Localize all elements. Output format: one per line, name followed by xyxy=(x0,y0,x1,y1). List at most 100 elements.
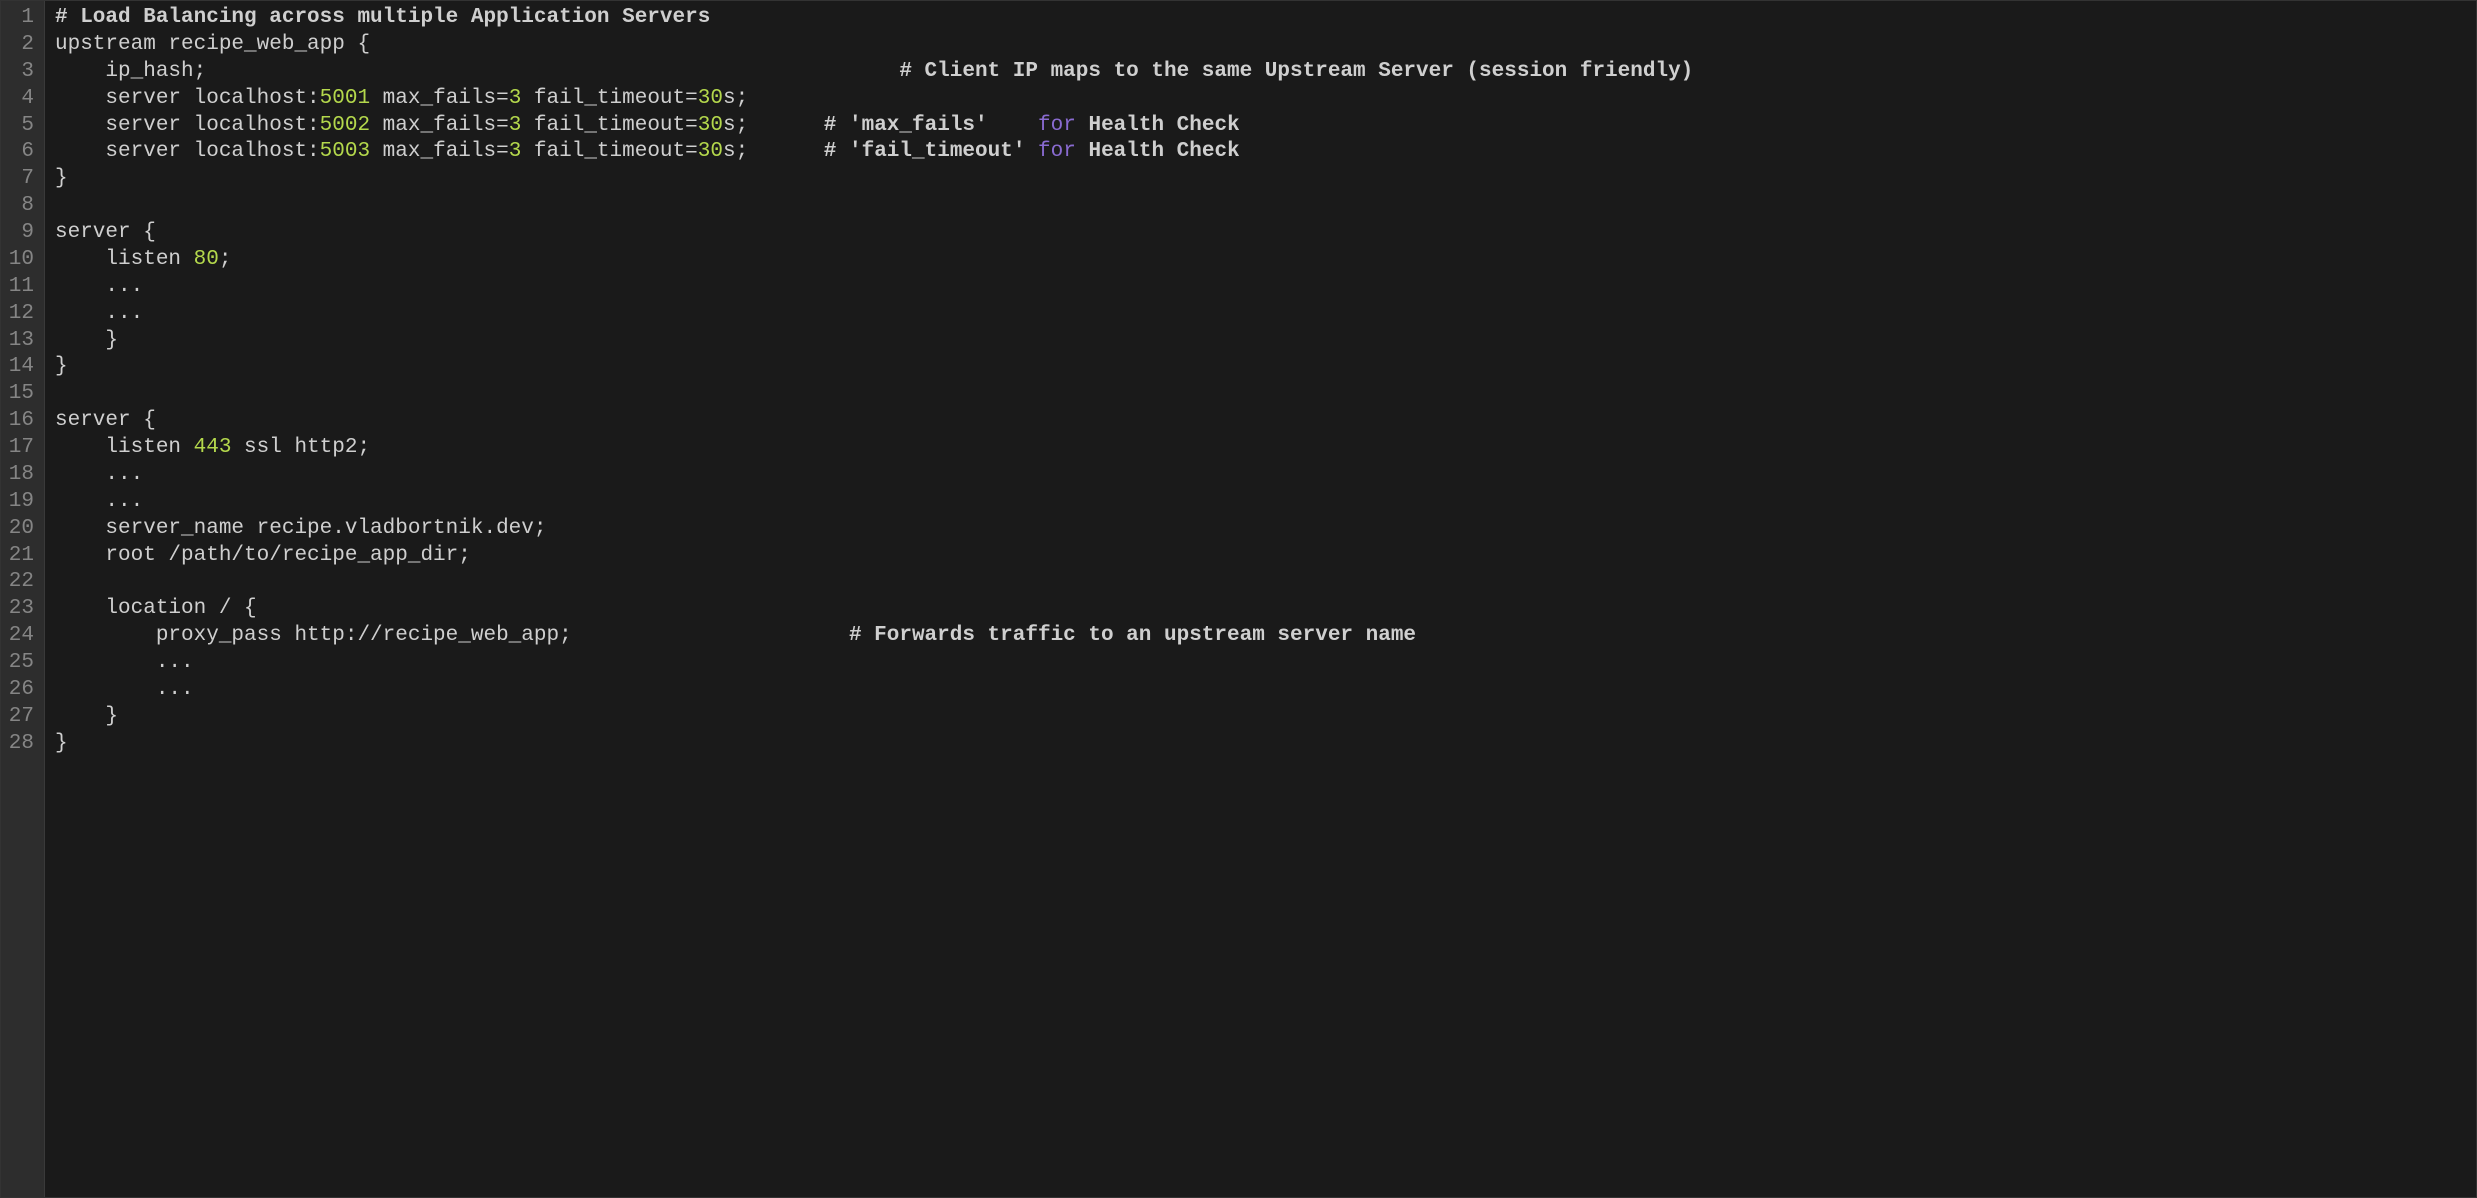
line-number: 10 xyxy=(7,247,34,274)
line-number: 8 xyxy=(7,193,34,220)
code-token: # 'max_fails' xyxy=(824,114,1038,137)
code-token: 30 xyxy=(698,140,723,163)
code-token: } xyxy=(55,732,68,755)
code-token: ip_hash; xyxy=(55,60,899,83)
code-token: max_fails= xyxy=(370,114,509,137)
code-token: ... xyxy=(55,490,143,513)
line-number: 27 xyxy=(7,704,34,731)
line-number: 28 xyxy=(7,731,34,758)
code-token: server { xyxy=(55,221,156,244)
code-token: for xyxy=(1038,114,1076,137)
code-token: # Client IP maps to the same Upstream Se… xyxy=(899,60,1693,83)
code-token: ssl http2; xyxy=(231,436,370,459)
code-token: 30 xyxy=(698,87,723,110)
code-token: upstream recipe_web_app { xyxy=(55,33,370,56)
line-number: 24 xyxy=(7,623,34,650)
code-token: ... xyxy=(55,651,194,674)
code-token: root /path/to/recipe_app_dir; xyxy=(55,544,471,567)
code-line: } xyxy=(55,166,2476,193)
code-line: ... xyxy=(55,650,2476,677)
line-number: 15 xyxy=(7,381,34,408)
line-number: 25 xyxy=(7,650,34,677)
line-number: 3 xyxy=(7,59,34,86)
code-token: } xyxy=(55,355,68,378)
code-token: server localhost: xyxy=(55,140,320,163)
code-line xyxy=(55,569,2476,596)
code-line: listen 443 ssl http2; xyxy=(55,435,2476,462)
code-line: location / { xyxy=(55,596,2476,623)
line-number: 23 xyxy=(7,596,34,623)
line-number: 21 xyxy=(7,543,34,570)
line-number: 26 xyxy=(7,677,34,704)
code-token: s; xyxy=(723,87,748,110)
code-line: } xyxy=(55,328,2476,355)
code-line: root /path/to/recipe_app_dir; xyxy=(55,543,2476,570)
code-token: ... xyxy=(55,302,143,325)
line-number: 14 xyxy=(7,354,34,381)
line-number: 20 xyxy=(7,516,34,543)
code-line: server_name recipe.vladbortnik.dev; xyxy=(55,516,2476,543)
code-token: server localhost: xyxy=(55,87,320,110)
code-token: 443 xyxy=(194,436,232,459)
code-line: ... xyxy=(55,462,2476,489)
code-line xyxy=(55,381,2476,408)
code-area[interactable]: # Load Balancing across multiple Applica… xyxy=(45,1,2476,1197)
code-line: } xyxy=(55,704,2476,731)
code-token: max_fails= xyxy=(370,140,509,163)
code-line xyxy=(55,193,2476,220)
line-number: 16 xyxy=(7,408,34,435)
code-token: ; xyxy=(219,248,232,271)
line-number: 1 xyxy=(7,5,34,32)
code-token: fail_timeout= xyxy=(521,114,697,137)
code-token: fail_timeout= xyxy=(521,87,697,110)
line-number: 13 xyxy=(7,328,34,355)
code-token: Health Check xyxy=(1076,114,1240,137)
line-number: 19 xyxy=(7,489,34,516)
code-token: 3 xyxy=(509,140,522,163)
code-token: } xyxy=(55,167,68,190)
code-line: } xyxy=(55,354,2476,381)
line-number: 4 xyxy=(7,86,34,113)
code-line: ... xyxy=(55,274,2476,301)
code-token: 5001 xyxy=(320,87,370,110)
code-line: upstream recipe_web_app { xyxy=(55,32,2476,59)
code-line: proxy_pass http://recipe_web_app; # Forw… xyxy=(55,623,2476,650)
line-number: 2 xyxy=(7,32,34,59)
code-token: ... xyxy=(55,678,194,701)
code-line: server localhost:5002 max_fails=3 fail_t… xyxy=(55,113,2476,140)
code-token: proxy_pass http://recipe_web_app; xyxy=(55,624,849,647)
code-token: 5003 xyxy=(320,140,370,163)
code-token: listen xyxy=(55,436,194,459)
code-token: } xyxy=(55,329,118,352)
code-token: server_name recipe.vladbortnik.dev; xyxy=(55,517,546,540)
code-token: } xyxy=(55,705,118,728)
code-line: listen 80; xyxy=(55,247,2476,274)
line-number: 12 xyxy=(7,301,34,328)
code-token: # Load Balancing across multiple Applica… xyxy=(55,6,710,29)
line-number: 11 xyxy=(7,274,34,301)
code-token: for xyxy=(1038,140,1076,163)
code-token: # Forwards traffic to an upstream server… xyxy=(849,624,1416,647)
code-token: ... xyxy=(55,275,143,298)
code-line: ... xyxy=(55,489,2476,516)
line-number: 18 xyxy=(7,462,34,489)
code-token: Health Check xyxy=(1076,140,1240,163)
code-token: ... xyxy=(55,463,143,486)
code-line: server { xyxy=(55,220,2476,247)
line-number: 9 xyxy=(7,220,34,247)
code-line: server { xyxy=(55,408,2476,435)
line-number: 22 xyxy=(7,569,34,596)
code-token: 3 xyxy=(509,87,522,110)
code-token: listen xyxy=(55,248,194,271)
code-token: s; xyxy=(723,140,824,163)
code-line: } xyxy=(55,731,2476,758)
code-token: 80 xyxy=(194,248,219,271)
line-number: 5 xyxy=(7,113,34,140)
code-line: ip_hash; # Client IP maps to the same Up… xyxy=(55,59,2476,86)
line-number: 6 xyxy=(7,139,34,166)
code-token: 30 xyxy=(698,114,723,137)
code-token: fail_timeout= xyxy=(521,140,697,163)
line-number: 7 xyxy=(7,166,34,193)
code-line: server localhost:5001 max_fails=3 fail_t… xyxy=(55,86,2476,113)
code-token: s; xyxy=(723,114,824,137)
